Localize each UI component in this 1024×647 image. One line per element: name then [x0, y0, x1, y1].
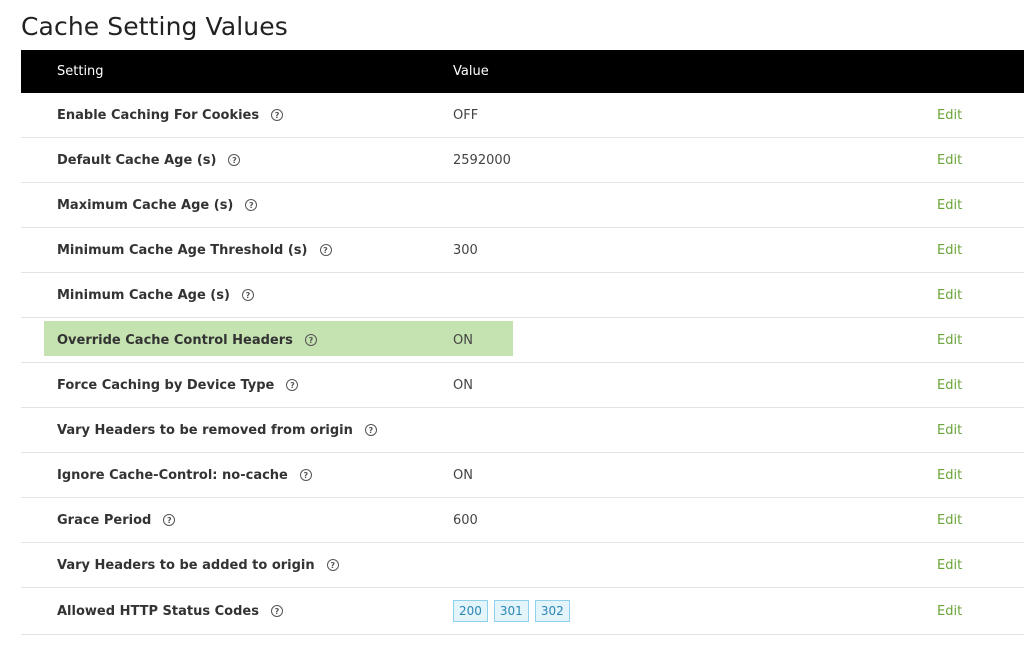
setting-value: OFF — [453, 107, 479, 123]
table-row: Default Cache Age (s) ? 2592000 Edit — [21, 138, 1024, 183]
edit-link[interactable]: Edit — [937, 543, 962, 587]
setting-label: Force Caching by Device Type — [57, 377, 275, 393]
status-code-list: 200 301 302 — [453, 588, 576, 634]
setting-label: Allowed HTTP Status Codes — [57, 603, 259, 619]
table-row: Maximum Cache Age (s) ? Edit — [21, 183, 1024, 228]
setting-label: Override Cache Control Headers — [57, 332, 293, 348]
setting-label: Vary Headers to be added to origin — [57, 557, 315, 573]
setting-value: 300 — [453, 242, 478, 258]
settings-table-body: Enable Caching For Cookies ? OFF Edit De… — [21, 93, 1024, 635]
help-icon[interactable]: ? — [304, 334, 317, 346]
setting-label: Default Cache Age (s) — [57, 152, 217, 168]
table-row: Enable Caching For Cookies ? OFF Edit — [21, 93, 1024, 138]
table-row: Force Caching by Device Type ? ON Edit — [21, 363, 1024, 408]
help-icon[interactable]: ? — [286, 379, 299, 391]
table-row: Minimum Cache Age (s) ? Edit — [21, 273, 1024, 318]
help-icon[interactable]: ? — [270, 605, 283, 617]
help-icon[interactable]: ? — [228, 154, 241, 166]
setting-label: Grace Period — [57, 512, 152, 528]
setting-value: ON — [453, 332, 473, 348]
edit-link[interactable]: Edit — [937, 363, 962, 407]
page-title: Cache Setting Values — [21, 12, 288, 41]
setting-value: 600 — [453, 512, 478, 528]
status-code-badge: 301 — [493, 600, 529, 622]
edit-link[interactable]: Edit — [937, 93, 962, 137]
status-code-badge: 302 — [534, 600, 570, 622]
table-row: Allowed HTTP Status Codes ? 200 301 302 … — [21, 588, 1024, 635]
edit-link[interactable]: Edit — [937, 588, 962, 634]
setting-value: ON — [453, 467, 473, 483]
help-icon[interactable]: ? — [319, 244, 332, 256]
help-icon[interactable]: ? — [245, 199, 258, 211]
setting-label: Ignore Cache-Control: no-cache — [57, 467, 288, 483]
setting-value: ON — [453, 377, 473, 393]
cache-settings-page: Cache Setting Values Setting Value Enabl… — [0, 0, 1024, 647]
column-header-value: Value — [453, 64, 489, 79]
edit-link[interactable]: Edit — [937, 453, 962, 497]
help-icon[interactable]: ? — [163, 514, 176, 526]
setting-label: Minimum Cache Age (s) — [57, 287, 230, 303]
help-icon[interactable]: ? — [241, 289, 254, 301]
table-header: Setting Value — [21, 50, 1024, 93]
table-row: Vary Headers to be removed from origin ?… — [21, 408, 1024, 453]
table-row: Ignore Cache-Control: no-cache ? ON Edit — [21, 453, 1024, 498]
edit-link[interactable]: Edit — [937, 408, 962, 452]
edit-link[interactable]: Edit — [937, 318, 962, 362]
edit-link[interactable]: Edit — [937, 228, 962, 272]
table-row: Vary Headers to be added to origin ? Edi… — [21, 543, 1024, 588]
setting-label: Minimum Cache Age Threshold (s) — [57, 242, 308, 258]
edit-link[interactable]: Edit — [937, 273, 962, 317]
help-icon[interactable]: ? — [326, 559, 339, 571]
help-icon[interactable]: ? — [271, 109, 284, 121]
setting-label: Vary Headers to be removed from origin — [57, 422, 353, 438]
edit-link[interactable]: Edit — [937, 183, 962, 227]
edit-link[interactable]: Edit — [937, 138, 962, 182]
edit-link[interactable]: Edit — [937, 498, 962, 542]
setting-label: Maximum Cache Age (s) — [57, 197, 234, 213]
table-row-highlighted: Override Cache Control Headers ? ON Edit — [21, 318, 1024, 363]
help-icon[interactable]: ? — [364, 424, 377, 436]
table-row: Grace Period ? 600 Edit — [21, 498, 1024, 543]
help-icon[interactable]: ? — [299, 469, 312, 481]
table-row: Minimum Cache Age Threshold (s) ? 300 Ed… — [21, 228, 1024, 273]
setting-value: 2592000 — [453, 152, 511, 168]
setting-label: Enable Caching For Cookies — [57, 107, 260, 123]
column-header-setting: Setting — [57, 64, 104, 79]
status-code-badge: 200 — [453, 600, 488, 622]
